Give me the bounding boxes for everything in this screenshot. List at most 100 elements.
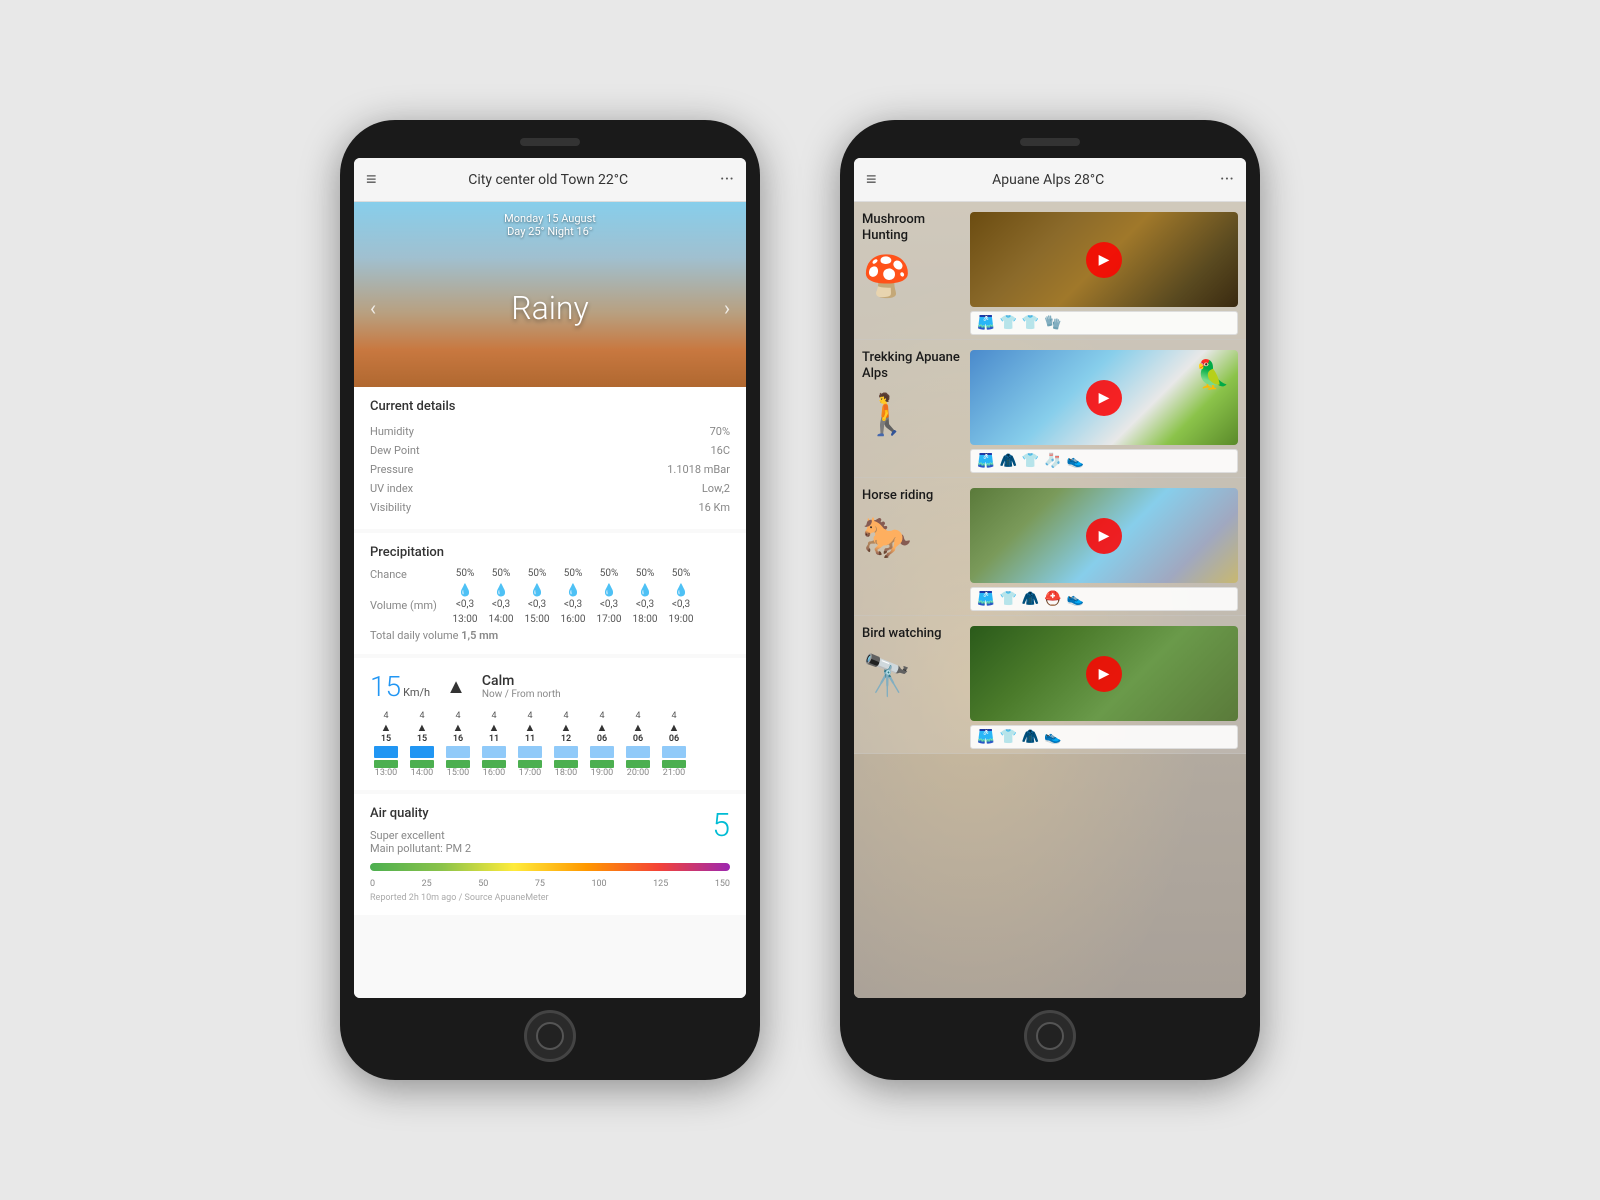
chance-label: Chance: [370, 568, 450, 581]
total-daily-value: 1,5 mm: [461, 629, 498, 642]
current-details-title: Current details: [370, 399, 730, 414]
wind-bar-9: 4 ▲ 06 21:00: [658, 711, 690, 778]
current-details-section: Current details Humidity 70% Dew Point 1…: [354, 387, 746, 529]
menu-icon[interactable]: ≡: [366, 169, 377, 190]
wind-bar-4: 4 ▲ 11 16:00: [478, 711, 510, 778]
mushroom-icon: 🍄: [862, 253, 912, 300]
gear-shirt-1: 👕: [999, 315, 1016, 331]
app-header-2: ≡ Apuane Alps 28°C ···: [854, 158, 1246, 202]
horse-icon: 🐎: [862, 514, 912, 561]
aq-bar: [370, 863, 730, 871]
weather-nav: ‹ Rainy ›: [370, 289, 730, 327]
wind-bar-7: 4 ▲ 06 19:00: [586, 711, 618, 778]
time-values: 13:00 14:00 15:00 16:00 17:00 18:00 19:0…: [450, 614, 696, 625]
mushroom-gear: 🩳 👕 👕 🧤: [970, 311, 1238, 335]
gear-shirt-2: 👕: [1022, 315, 1039, 331]
wind-direction: Now / From north: [482, 689, 561, 700]
horse-play-btn[interactable]: ▶: [1086, 518, 1122, 554]
volume-label: [370, 583, 450, 597]
bird-play-btn[interactable]: ▶: [1086, 656, 1122, 692]
more-icon[interactable]: ···: [720, 169, 734, 190]
detail-row-dewpoint: Dew Point 16C: [370, 441, 730, 460]
bird-gear: 🩳 👕 🧥 👟: [970, 725, 1238, 749]
weather-overlay: Monday 15 August Day 25° Night 16° ‹ Rai…: [354, 202, 746, 387]
activity-horse: Horse riding 🐎 ▶ 🩳 👕 🧥 ⛑️ 👟: [854, 478, 1246, 616]
mushroom-video[interactable]: ▶: [970, 212, 1238, 307]
trekking-label: Trekking Apuane Alps: [862, 350, 962, 381]
wind-description: Calm: [482, 673, 561, 689]
home-button[interactable]: [524, 1010, 576, 1062]
trekking-icon: 🚶: [862, 391, 912, 438]
mushroom-play-btn[interactable]: ▶: [1086, 242, 1122, 278]
aq-description: Super excellent: [370, 829, 471, 842]
air-quality-section: Air quality Super excellent Main polluta…: [354, 794, 746, 915]
activity-mushroom: Mushroom Hunting 🍄 ▶ 🩳 👕 👕 🧤: [854, 202, 1246, 340]
weather-condition: Rainy: [511, 289, 588, 327]
wind-unit: Km/h: [403, 686, 430, 699]
bird-video[interactable]: ▶: [970, 626, 1238, 721]
gear-pants-1: 🩳: [977, 315, 994, 331]
wind-bars: 4 ▲ 15 13:00 4 ▲ 15 14:00: [370, 711, 730, 778]
trekking-video[interactable]: 🦜 ▶: [970, 350, 1238, 445]
detail-row-visibility: Visibility 16 Km: [370, 498, 730, 517]
aq-title: Air quality: [370, 806, 471, 821]
precipitation-title: Precipitation: [370, 545, 730, 560]
trekking-play-btn[interactable]: ▶: [1086, 380, 1122, 416]
activity-bird: Bird watching 🔭 ▶ 🩳 👕 🧥 👟: [854, 616, 1246, 754]
weather-date: Monday 15 August: [370, 212, 730, 225]
bird-info: Bird watching 🔭: [862, 626, 962, 749]
aq-score: 5: [712, 806, 730, 844]
phone-2-screen: ≡ Apuane Alps 28°C ··· Mushroom Hunting …: [854, 158, 1246, 998]
gear-pants-h: 🩳: [977, 591, 994, 607]
gear-jacket-t: 🧥: [999, 453, 1016, 469]
wind-header: 15 Km/h ▲ Calm Now / From north: [370, 670, 730, 703]
horse-info: Horse riding 🐎: [862, 488, 962, 611]
drop-icons: 💧 💧 💧 💧 💧 💧 💧: [450, 583, 696, 597]
aq-scale: 0 25 50 75 100 125 150: [370, 879, 730, 889]
wind-bar-6: 4 ▲ 12 18:00: [550, 711, 582, 778]
home-button-2[interactable]: [1024, 1010, 1076, 1062]
horse-gear: 🩳 👕 🧥 ⛑️ 👟: [970, 587, 1238, 611]
mushroom-label: Mushroom Hunting: [862, 212, 962, 243]
weather-card: Monday 15 August Day 25° Night 16° ‹ Rai…: [354, 202, 746, 387]
precipitation-section: Precipitation Chance 50% 50% 50% 50% 50%…: [354, 533, 746, 654]
gear-boot-t: 👟: [1067, 453, 1084, 469]
aq-pollutant: Main pollutant: PM 2: [370, 842, 471, 855]
horse-media: ▶ 🩳 👕 🧥 ⛑️ 👟: [970, 488, 1238, 611]
detail-row-pressure: Pressure 1.1018 mBar: [370, 460, 730, 479]
city-title: City center old Town 22°C: [468, 172, 628, 188]
binoculars-icon: 🔭: [862, 652, 912, 699]
bird-label: Bird watching: [862, 626, 941, 642]
gear-pants-b: 🩳: [977, 729, 994, 745]
weather-day-night: Day 25° Night 16°: [370, 225, 730, 238]
volume-mm-label: Volume (mm): [370, 599, 450, 612]
gear-glove-1: 🧤: [1044, 315, 1061, 331]
gear-jacket-h: 🧥: [1022, 591, 1039, 607]
gear-boot-b: 👟: [1044, 729, 1061, 745]
total-daily: Total daily volume 1,5 mm: [370, 629, 730, 642]
gear-shirt-h: 👕: [999, 591, 1016, 607]
gear-boot-h: 👟: [1067, 591, 1084, 607]
gear-shirt-b: 👕: [999, 729, 1016, 745]
horse-video[interactable]: ▶: [970, 488, 1238, 583]
wind-bar-2: 4 ▲ 15 14:00: [406, 711, 438, 778]
wind-speed: 15: [370, 670, 401, 703]
gear-helmet-h: ⛑️: [1044, 591, 1061, 607]
mushroom-media: ▶ 🩳 👕 👕 🧤: [970, 212, 1238, 335]
aq-reported: Reported 2h 10m ago / Source ApuaneMeter: [370, 893, 730, 903]
wind-bar-5: 4 ▲ 11 17:00: [514, 711, 546, 778]
weather-prev[interactable]: ‹: [370, 296, 376, 320]
gear-shirt-t: 👕: [1022, 453, 1039, 469]
trekking-gear: 🩳 🧥 👕 🧦 👟: [970, 449, 1238, 473]
weather-next[interactable]: ›: [724, 296, 730, 320]
volume-values: <0,3 <0,3 <0,3 <0,3 <0,3 <0,3 <0,3: [450, 599, 696, 612]
app-header: ≡ City center old Town 22°C ···: [354, 158, 746, 202]
trekking-info: Trekking Apuane Alps 🚶: [862, 350, 962, 473]
wind-bar-1: 4 ▲ 15 13:00: [370, 711, 402, 778]
trekking-media: 🦜 ▶ 🩳 🧥 👕 🧦 👟: [970, 350, 1238, 473]
menu-icon-2[interactable]: ≡: [866, 169, 877, 190]
city-title-2: Apuane Alps 28°C: [992, 172, 1104, 188]
phone-speaker: [520, 138, 580, 146]
more-icon-2[interactable]: ···: [1220, 169, 1234, 190]
gear-socks-t: 🧦: [1044, 453, 1061, 469]
